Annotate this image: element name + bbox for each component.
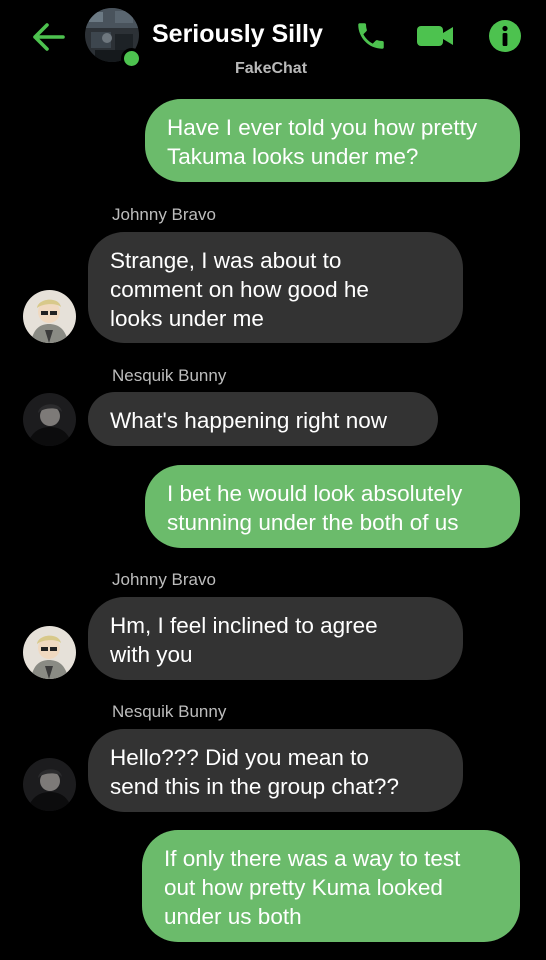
message-line: Strange, I was about to [110, 248, 342, 273]
message-line: with you [110, 642, 193, 667]
phone-icon [358, 23, 384, 49]
message-line: comment on how good he [110, 277, 369, 302]
message-line: under us both [164, 904, 302, 929]
message-line: looks under me [110, 306, 264, 331]
incoming-message-bubble[interactable]: Hello??? Did you mean to send this in th… [88, 729, 463, 812]
chat-header: Seriously Silly FakeChat [0, 0, 546, 92]
message-line: send this in the group chat?? [110, 774, 399, 799]
avatar[interactable] [23, 758, 76, 811]
chat-subtitle: FakeChat [235, 60, 308, 77]
avatar[interactable] [23, 626, 76, 679]
arrow-left-icon [33, 23, 65, 51]
message-line: I bet he would look absolutely [167, 481, 463, 506]
message-line: out how pretty Kuma looked [164, 875, 443, 900]
sender-name: Johnny Bravo [112, 205, 216, 224]
info-button[interactable] [485, 16, 525, 56]
message-line: Hello??? Did you mean to [110, 745, 369, 770]
avatar[interactable] [23, 290, 76, 343]
sender-name: Nesquik Bunny [112, 366, 227, 385]
call-button[interactable] [351, 16, 391, 56]
video-camera-icon [417, 26, 453, 46]
outgoing-message-bubble[interactable]: I bet he would look absolutely stunning … [145, 465, 520, 548]
message-line: stunning under the both of us [167, 510, 459, 535]
outgoing-message-bubble[interactable]: Have I ever told you how pretty Takuma l… [145, 99, 520, 182]
outgoing-message-bubble[interactable]: If only there was a way to test out how … [142, 830, 520, 942]
message-line: If only there was a way to test [164, 846, 461, 871]
video-call-button[interactable] [415, 16, 455, 56]
avatar[interactable] [23, 393, 76, 446]
message-line: Have I ever told you how pretty [167, 115, 478, 140]
online-status-indicator [121, 48, 142, 69]
info-icon [489, 20, 521, 52]
incoming-message-bubble[interactable]: Strange, I was about to comment on how g… [88, 232, 463, 343]
back-button[interactable] [28, 17, 68, 57]
message-line: Takuma looks under me? [167, 144, 419, 169]
chat-title: Seriously Silly [152, 20, 323, 48]
sender-name: Johnny Bravo [112, 570, 216, 589]
message-line: Hm, I feel inclined to agree [110, 613, 378, 638]
message-line: What's happening right now [110, 408, 387, 433]
incoming-message-bubble[interactable]: What's happening right now [88, 392, 438, 446]
incoming-message-bubble[interactable]: Hm, I feel inclined to agree with you [88, 597, 463, 680]
sender-name: Nesquik Bunny [112, 702, 227, 721]
